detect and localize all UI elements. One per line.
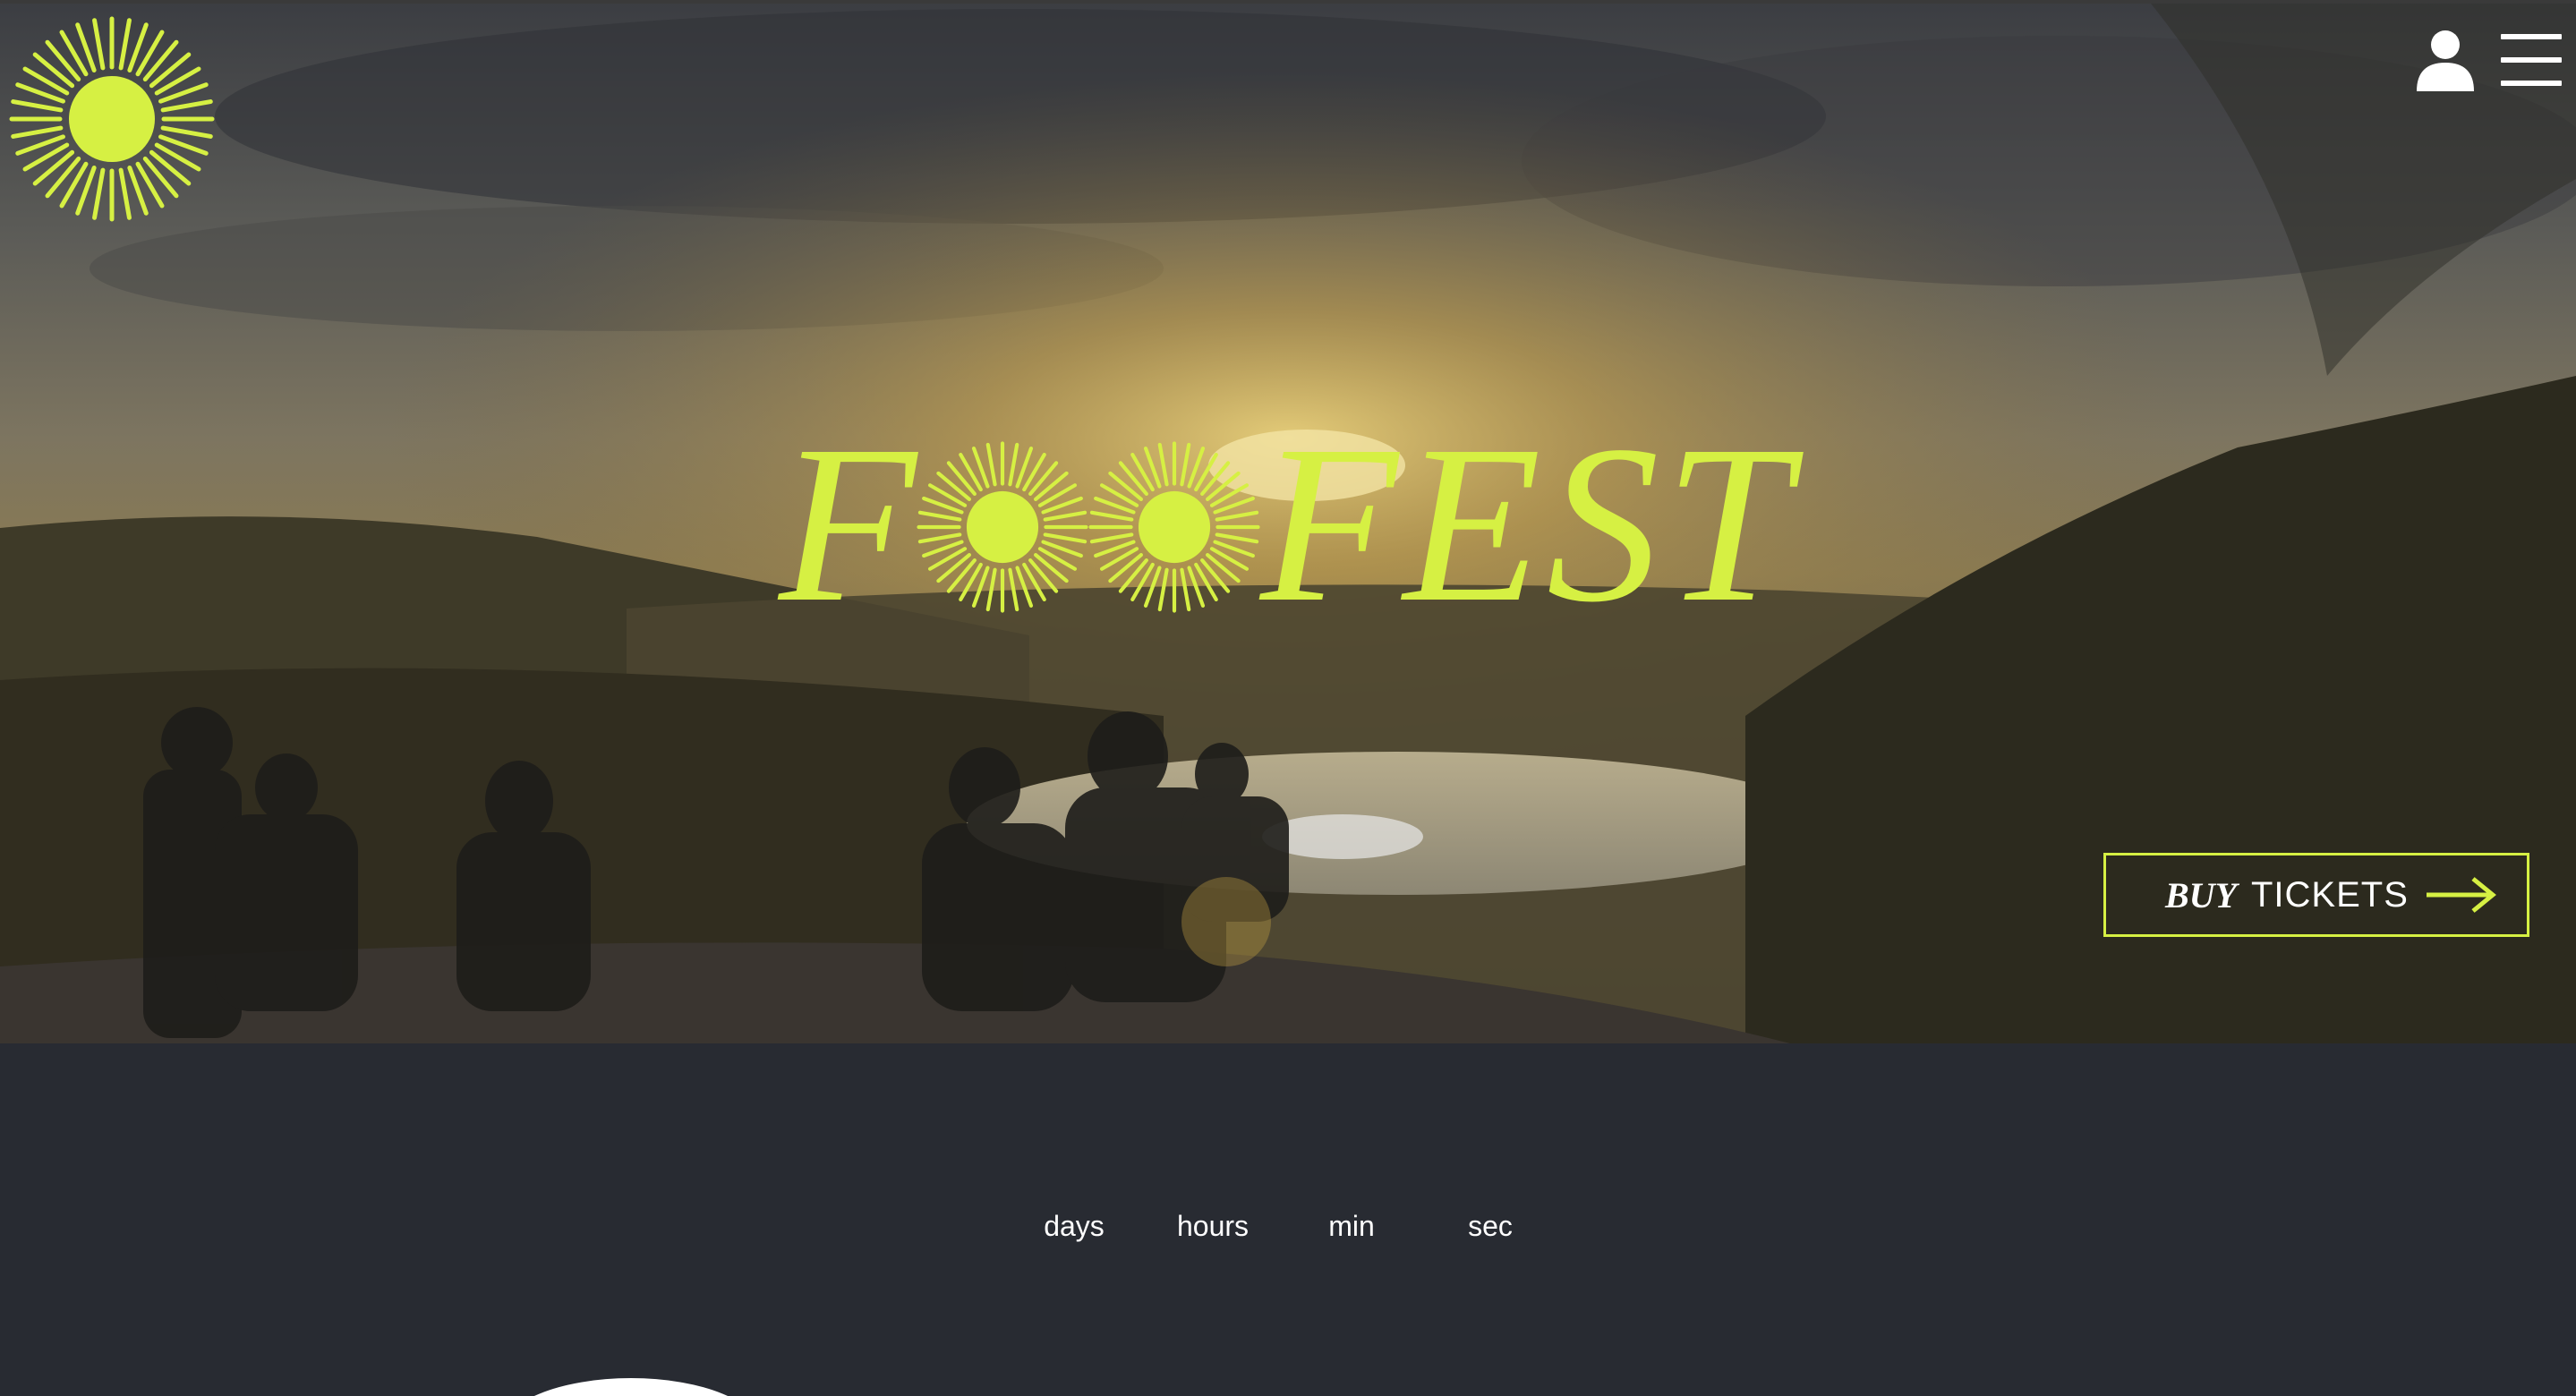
buy-tickets-button[interactable]: BUY TICKETS: [2103, 853, 2529, 937]
countdown-min-label: min: [1328, 1210, 1375, 1242]
menu-bar: [2501, 57, 2562, 63]
countdown-sec-label: sec: [1468, 1210, 1513, 1242]
title-left-text: F: [779, 398, 917, 649]
page: F FEST BUY TICKETS days hours min sec: [0, 0, 2576, 1396]
sun-burst-icon: [1088, 441, 1260, 613]
menu-bar: [2501, 34, 2562, 39]
menu-bar: [2501, 81, 2562, 86]
arrow-right-icon: [2426, 877, 2496, 913]
festival-title: F FEST: [779, 411, 1817, 636]
countdown-days-label: days: [1044, 1210, 1105, 1242]
tickets-label: TICKETS: [2251, 874, 2409, 915]
sun-burst-icon: [917, 441, 1088, 613]
hero-section: F FEST BUY TICKETS: [0, 0, 2576, 1043]
countdown: days hours min sec: [1011, 1210, 1548, 1255]
top-strip: [0, 0, 2576, 4]
decorative-shape: [501, 1378, 761, 1396]
title-right-text: FEST: [1259, 398, 1796, 649]
user-icon[interactable]: [2413, 29, 2478, 91]
buy-label: BUY: [2165, 874, 2237, 915]
countdown-hours-label: hours: [1176, 1210, 1250, 1242]
hamburger-menu-icon[interactable]: [2501, 34, 2562, 86]
sun-burst-icon[interactable]: [9, 16, 215, 222]
